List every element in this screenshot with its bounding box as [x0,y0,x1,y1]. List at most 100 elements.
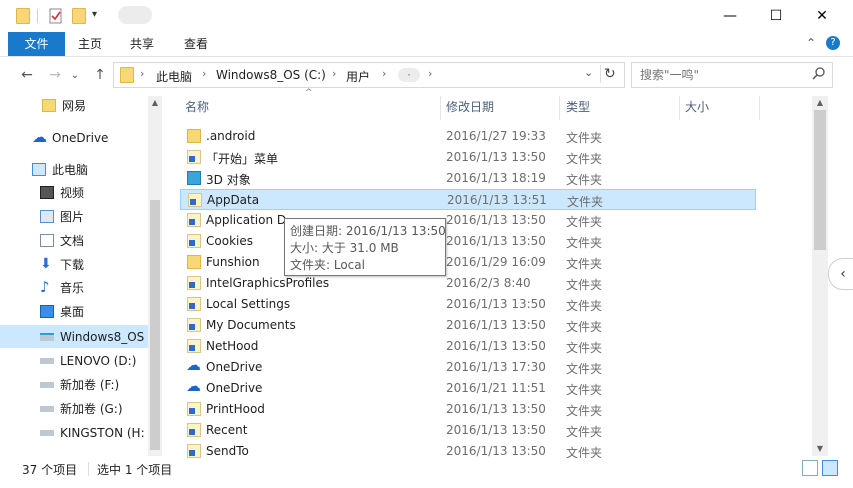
file-name: IntelGraphicsProfiles [206,276,330,290]
status-item-count: 37 个项目 [22,463,78,477]
list-scrollbar[interactable]: ▲ ▼ [812,96,828,456]
nav-item-windows8-os[interactable]: Windows8_OS [0,325,148,348]
file-row[interactable]: OneDrive 2016/1/13 17:30 文件夹 [180,356,756,378]
nav-item-label: Windows8_OS [60,329,145,344]
column-divider[interactable] [559,96,560,120]
properties-icon[interactable] [48,8,64,24]
download-icon: ⬇ [40,256,52,272]
onedrive-icon [186,377,201,395]
column-divider[interactable] [759,96,760,120]
file-row[interactable]: 3D 对象 2016/1/13 18:19 文件夹 [180,168,756,189]
tab-home[interactable]: 主页 [68,32,112,56]
file-name: Recent [206,423,248,437]
tab-share[interactable]: 共享 [120,32,164,56]
column-header-name[interactable]: 名称 [185,96,435,120]
breadcrumb-separator: › [140,67,145,80]
file-row[interactable]: 「开始」菜单 2016/1/13 13:50 文件夹 [180,147,756,168]
file-row[interactable]: SendTo 2016/1/13 13:50 文件夹 [180,441,756,458]
breadcrumb-separator: › [382,67,387,80]
up-button[interactable]: ↑ [89,64,111,86]
file-row[interactable]: OneDrive 2016/1/21 11:51 文件夹 [180,377,756,399]
file-type: 文件夹 [566,404,603,418]
column-header-size[interactable]: 大小 [685,96,755,120]
status-selection: 选中 1 个项目 [97,463,173,477]
music-icon: ♪ [40,278,50,296]
file-date: 2016/1/29 16:09 [446,255,546,269]
recent-locations-button[interactable]: ⌄ [68,64,82,86]
refresh-icon[interactable]: ↻ [604,66,616,82]
file-date: 2016/1/13 13:50 [446,150,546,164]
ribbon-divider [0,56,853,57]
file-date: 2016/1/13 13:50 [446,213,546,227]
scroll-up-icon[interactable]: ▲ [812,96,828,110]
file-name: OneDrive [206,381,263,395]
breadcrumb-this-pc[interactable]: 此电脑 [156,68,192,85]
new-folder-icon[interactable] [72,8,88,24]
column-header-type[interactable]: 类型 [566,96,676,120]
shortcut-folder-icon [187,318,201,332]
file-row[interactable]: Cookies 2016/1/13 13:50 文件夹 [180,231,756,252]
file-row[interactable]: Funshion 2016/1/29 16:09 文件夹 [180,252,756,273]
file-date: 2016/1/13 13:50 [446,318,546,332]
help-icon[interactable]: ? [826,36,840,50]
nav-item-label: 桌面 [60,305,85,319]
ribbon-collapse-icon[interactable]: ⌃ [806,36,816,50]
qat-customize-icon[interactable]: ▾ [92,9,97,20]
folder-icon [16,8,32,24]
nav-item-label: 文档 [60,234,85,248]
file-row[interactable]: Application D 2016/1/13 13:50 文件夹 [180,210,756,231]
nav-scrollbar-thumb[interactable] [150,200,160,450]
breadcrumb-drive[interactable]: Windows8_OS (C:) [216,68,326,82]
forward-button[interactable]: → [44,64,66,86]
back-button[interactable]: ← [16,64,38,86]
address-divider [600,65,601,83]
breadcrumb-user[interactable]: · [398,68,420,82]
shortcut-folder-icon [187,297,201,311]
file-date: 2016/1/13 13:50 [446,297,546,311]
file-row[interactable]: Local Settings 2016/1/13 13:50 文件夹 [180,294,756,315]
details-view-icon[interactable] [802,460,818,476]
file-row[interactable]: .android 2016/1/27 19:33 文件夹 [180,126,756,147]
usb-drive-icon [40,429,54,436]
file-row[interactable]: Recent 2016/1/13 13:50 文件夹 [180,420,756,441]
nav-item-label: 下载 [60,258,85,272]
tab-view[interactable]: 查看 [173,32,219,56]
large-icons-view-icon[interactable] [822,460,838,476]
nav-item-label: LENOVO (D:) [60,353,137,368]
folder-icon [187,255,201,269]
file-name: Application D [206,213,287,227]
file-row[interactable]: NetHood 2016/1/13 13:50 文件夹 [180,336,756,357]
nav-item-label: 视频 [60,186,85,200]
file-row-selected[interactable]: AppData 2016/1/13 13:51 文件夹 [180,189,756,210]
breadcrumb-users[interactable]: 用户 [346,68,370,85]
list-scrollbar-thumb[interactable] [814,110,826,250]
nav-scrollbar[interactable]: ▲ [148,96,162,456]
column-divider[interactable] [679,96,680,120]
minimize-button[interactable]: — [707,0,753,32]
close-button[interactable]: ✕ [799,0,845,32]
folder-icon [188,193,202,207]
column-header-date[interactable]: 修改日期 [446,96,556,120]
nav-item-label: 新加卷 (F:) [60,378,120,392]
chevron-left-icon[interactable]: ‹ [828,258,853,290]
scroll-down-icon[interactable]: ▼ [812,442,828,456]
file-row[interactable]: My Documents 2016/1/13 13:50 文件夹 [180,315,756,336]
file-row[interactable]: IntelGraphicsProfiles 2016/2/3 8:40 文件夹 [180,273,756,294]
file-name: NetHood [206,339,259,353]
scroll-up-icon[interactable]: ▲ [148,96,162,110]
address-dropdown-icon[interactable]: ⌄ [584,66,593,79]
maximize-button[interactable]: ☐ [753,0,799,32]
column-divider[interactable] [440,96,441,120]
file-row[interactable]: PrintHood 2016/1/13 13:50 文件夹 [180,399,756,420]
folder-icon [187,276,201,290]
search-icon[interactable] [812,66,826,83]
file-name: 3D 对象 [206,173,251,187]
file-type: 文件夹 [566,362,603,376]
file-type: 文件夹 [566,320,603,334]
tab-file[interactable]: 文件 [8,32,65,56]
file-name: Local Settings [206,297,291,311]
file-date: 2016/1/13 13:50 [446,339,546,353]
shortcut-folder-icon [187,402,201,416]
search-input[interactable] [638,66,812,84]
pictures-icon [40,210,54,223]
